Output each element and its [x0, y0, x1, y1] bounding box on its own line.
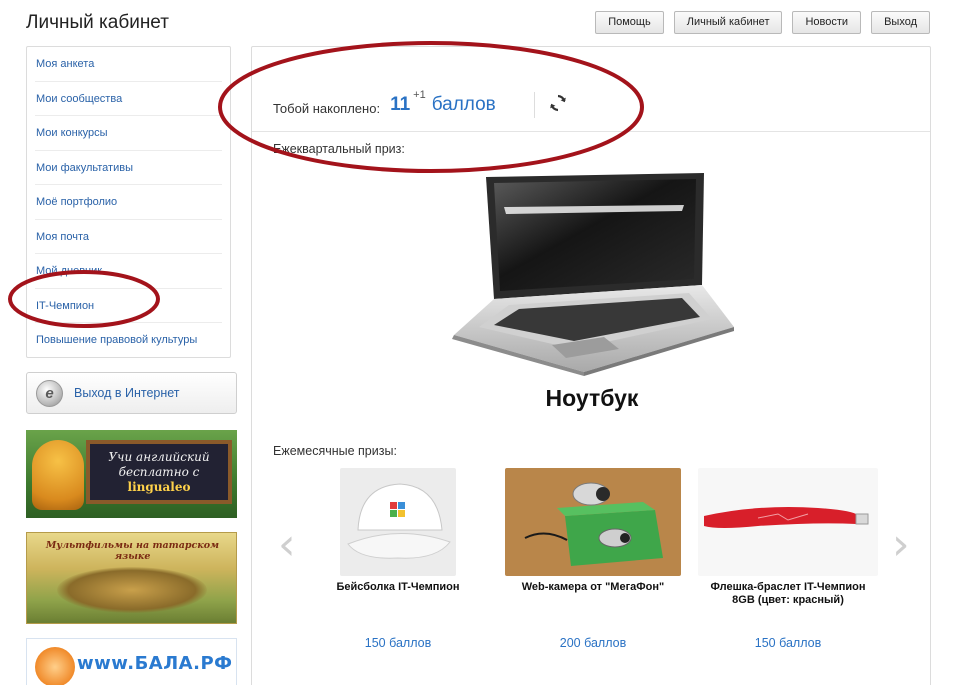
refresh-icon[interactable]: [549, 94, 567, 117]
chalkboard: Учи английский бесплатно с lingualeo: [86, 440, 232, 504]
quarterly-prize-label: Ежеквартальный приз:: [273, 142, 405, 156]
sidebar-item-contests[interactable]: Мои конкурсы: [35, 116, 222, 151]
bala-banner[interactable]: www.БАЛА.РФ: [26, 638, 237, 685]
monthly-prizes-label: Ежемесячные призы:: [273, 444, 397, 458]
laptop-image: [452, 173, 734, 376]
sidebar-item-diary[interactable]: Мой дневник: [35, 254, 222, 289]
prize-card: Бейсболка IT-Чемпион 150 баллов: [308, 468, 488, 650]
prize-price[interactable]: 200 баллов: [503, 636, 683, 650]
news-button[interactable]: Новости: [792, 11, 862, 34]
webcam-image[interactable]: [505, 468, 681, 576]
sidebar-item-electives[interactable]: Мои факультативы: [35, 151, 222, 185]
logout-button[interactable]: Выход: [871, 11, 930, 34]
lingualeo-logo: lingualeo: [127, 480, 191, 494]
lingualeo-banner[interactable]: Учи английский бесплатно с lingualeo: [26, 430, 237, 518]
prize-card: Флешка-браслет IT-Чемпион 8GB (цвет: кра…: [698, 468, 878, 650]
prize-price[interactable]: 150 баллов: [308, 636, 488, 650]
points-label: Тобой накоплено:: [273, 100, 381, 116]
prize-card: Web-камера от "МегаФон" 200 баллов: [503, 468, 683, 650]
lion-mascot-image: [32, 440, 84, 510]
sidebar-item-portfolio[interactable]: Моё портфолио: [35, 185, 222, 220]
prize-price[interactable]: 150 баллов: [698, 636, 878, 650]
cabinet-button[interactable]: Личный кабинет: [673, 11, 783, 34]
points-unit: баллов: [431, 94, 496, 115]
points-delta: +1: [413, 89, 426, 101]
cartoon-scene-image: [57, 567, 207, 613]
usb-bracelet-image[interactable]: [698, 468, 878, 576]
cap-image[interactable]: [340, 468, 456, 576]
sidebar-item-mail[interactable]: Моя почта: [35, 220, 222, 254]
help-button[interactable]: Помощь: [595, 11, 664, 34]
sidebar-item-legal-culture[interactable]: Повышение правовой культуры: [35, 323, 222, 358]
bala-logo: www.БАЛА.РФ: [77, 653, 233, 674]
prize-name: Web-камера от "МегаФон": [521, 581, 665, 593]
chevron-left-icon[interactable]: ‹: [278, 519, 296, 570]
points-summary: Тобой накоплено: 11 +1 баллов: [273, 85, 567, 125]
main-panel: Тобой накоплено: 11 +1 баллов Ежеквартал…: [251, 46, 931, 685]
prize-name: Бейсболка IT-Чемпион: [336, 581, 460, 593]
internet-explorer-icon: e: [36, 379, 63, 407]
banner-text-line1: Учи английский: [108, 450, 210, 464]
section-divider: [252, 131, 930, 132]
chevron-right-icon[interactable]: ›: [892, 519, 910, 570]
tatar-cartoons-banner[interactable]: Мультфильмы на татарском языке: [26, 532, 237, 624]
child-mascot-image: [35, 647, 75, 685]
cartoons-banner-title: Мультфильмы на татарском языке: [45, 540, 220, 562]
top-navigation: Помощь Личный кабинет Новости Выход: [595, 11, 930, 34]
prize-name: Флешка-браслет IT-Чемпион 8GB (цвет: кра…: [710, 581, 866, 606]
sidebar-menu: Моя анкета Мои сообщества Мои конкурсы М…: [26, 46, 231, 358]
internet-exit-label: Выход в Интернет: [74, 386, 180, 400]
banner-text-line2: бесплатно с: [118, 465, 200, 479]
internet-exit-button[interactable]: e Выход в Интернет: [26, 372, 237, 414]
quarterly-prize-name: Ноутбук: [545, 385, 639, 411]
sidebar-item-profile[interactable]: Моя анкета: [35, 47, 222, 82]
sidebar-item-it-champion[interactable]: IT-Чемпион: [35, 289, 222, 323]
points-value: 11: [390, 94, 411, 115]
divider: [533, 92, 535, 118]
page-title: Личный кабинет: [26, 12, 169, 33]
sidebar-item-communities[interactable]: Мои сообщества: [35, 82, 222, 116]
